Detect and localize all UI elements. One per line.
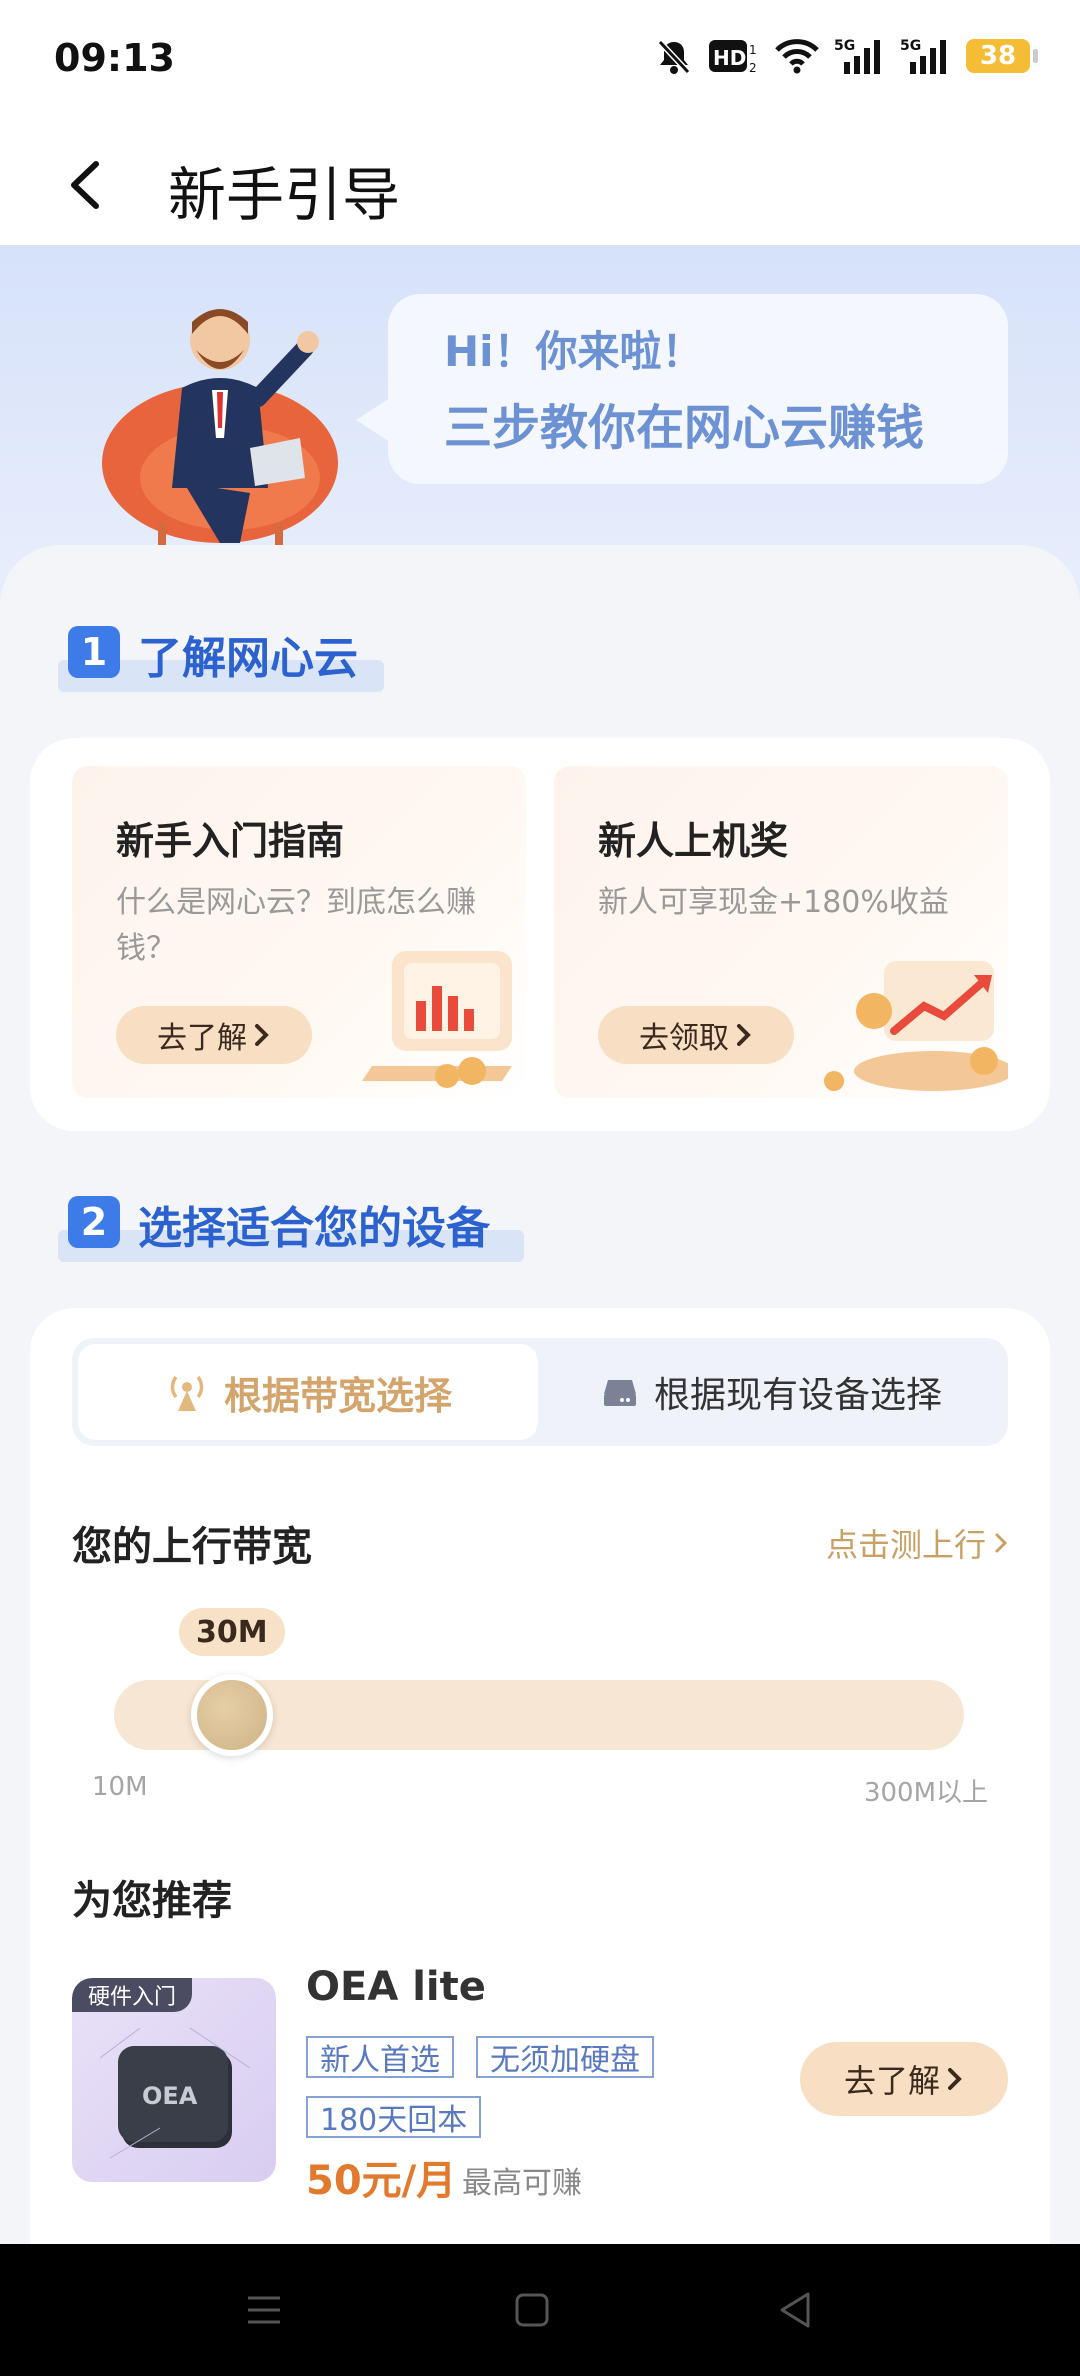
reward-card[interactable]: 新人上机奖 新人可享现金+180%收益 去领取 xyxy=(554,766,1008,1098)
guide-card-title: 新手入门指南 xyxy=(116,819,345,863)
tab-existing-device-label: 根据现有设备选择 xyxy=(653,1375,942,1416)
chevron-right-icon xyxy=(995,1533,1008,1553)
signal-5g-icon: 5G xyxy=(834,38,880,74)
product-tag: 180天回本 xyxy=(306,2096,482,2138)
svg-text:2: 2 xyxy=(749,61,757,75)
tab-existing-device[interactable]: 根据现有设备选择 xyxy=(538,1344,1004,1440)
step-number: 1 xyxy=(68,626,120,678)
home-icon[interactable] xyxy=(512,2290,552,2330)
device-box-illustration: OEA xyxy=(100,2027,250,2159)
back-triangle-icon[interactable] xyxy=(776,2290,816,2330)
tab-bandwidth-label: 根据带宽选择 xyxy=(223,1373,452,1418)
product-learn-button-label: 去了解 xyxy=(843,2062,940,2100)
signal-5g-icon: 5G xyxy=(900,38,946,74)
mascot-illustration xyxy=(102,309,338,548)
product-price: 50元/月 xyxy=(306,2158,457,2204)
mute-bell-icon xyxy=(657,39,691,75)
product-price-note: 最高可赚 xyxy=(462,2166,582,2201)
product-image[interactable]: 硬件入门 OEA xyxy=(72,1978,276,2182)
slider-min-label: 10M xyxy=(92,1772,148,1802)
wifi-icon xyxy=(775,39,819,74)
slider-max-label: 300M以上 xyxy=(863,1778,988,1808)
banner-subtitle: 三步教你在网心云赚钱 xyxy=(444,400,925,456)
chevron-right-icon xyxy=(737,1024,751,1046)
section-title: 了解网心云 xyxy=(138,633,358,684)
recommend-title: 为您推荐 xyxy=(72,1878,232,1924)
hd-icon: HD 1 2 xyxy=(709,40,757,75)
product-badge: 硬件入门 xyxy=(72,1978,193,2012)
svg-text:1: 1 xyxy=(749,43,757,57)
growth-illustration xyxy=(824,961,1008,1091)
claim-button[interactable]: 去领取 xyxy=(598,1006,794,1064)
bandwidth-slider-thumb[interactable] xyxy=(190,1674,273,1756)
test-upload-link[interactable]: 点击测上行 xyxy=(826,1520,1008,1566)
tab-bandwidth[interactable]: 根据带宽选择 xyxy=(78,1344,538,1440)
guide-card[interactable]: 新手入门指南 什么是网心云？到底怎么赚钱？ 去了解 xyxy=(72,766,526,1098)
product-name: OEA lite xyxy=(306,1964,486,2010)
svg-text:5G: 5G xyxy=(900,38,921,54)
bandwidth-label: 您的上行带宽 xyxy=(72,1524,312,1570)
battery-indicator: 38 xyxy=(966,39,1038,73)
app-header xyxy=(0,120,1080,245)
svg-text:OEA: OEA xyxy=(142,2082,198,2110)
claim-button-label: 去领取 xyxy=(639,1021,729,1056)
reward-card-desc: 新人可享现金+180%收益 xyxy=(598,885,949,920)
reward-card-title: 新人上机奖 xyxy=(598,819,789,863)
menu-icon[interactable] xyxy=(244,2290,284,2330)
banner-greeting: Hi！你来啦！ xyxy=(444,327,704,376)
step-number: 2 xyxy=(68,1196,120,1248)
speech-bubble-tail xyxy=(356,398,390,442)
product-tag: 新人首选 xyxy=(306,2036,454,2078)
product-tag: 无须加硬盘 xyxy=(476,2036,654,2078)
product-learn-button[interactable]: 去了解 xyxy=(800,2042,1008,2116)
storage-device-icon xyxy=(603,1380,636,1406)
bandwidth-value-badge: 30M xyxy=(178,1608,285,1656)
page-title: 新手引导 xyxy=(168,161,401,229)
test-upload-link-label: 点击测上行 xyxy=(825,1526,986,1564)
status-time: 09:13 xyxy=(54,36,175,80)
chevron-right-icon xyxy=(948,2068,962,2090)
antenna-icon xyxy=(170,1375,204,1411)
back-arrow-icon[interactable] xyxy=(60,150,120,220)
learn-button[interactable]: 去了解 xyxy=(116,1006,312,1064)
section-title: 选择适合您的设备 xyxy=(138,1203,490,1254)
svg-text:HD: HD xyxy=(713,46,746,70)
status-icons: HD 1 2 5G 5G 38 xyxy=(654,34,1038,78)
learn-button-label: 去了解 xyxy=(157,1021,247,1056)
chart-illustration xyxy=(362,951,512,1088)
chevron-right-icon xyxy=(255,1024,269,1046)
svg-text:5G: 5G xyxy=(834,38,855,54)
